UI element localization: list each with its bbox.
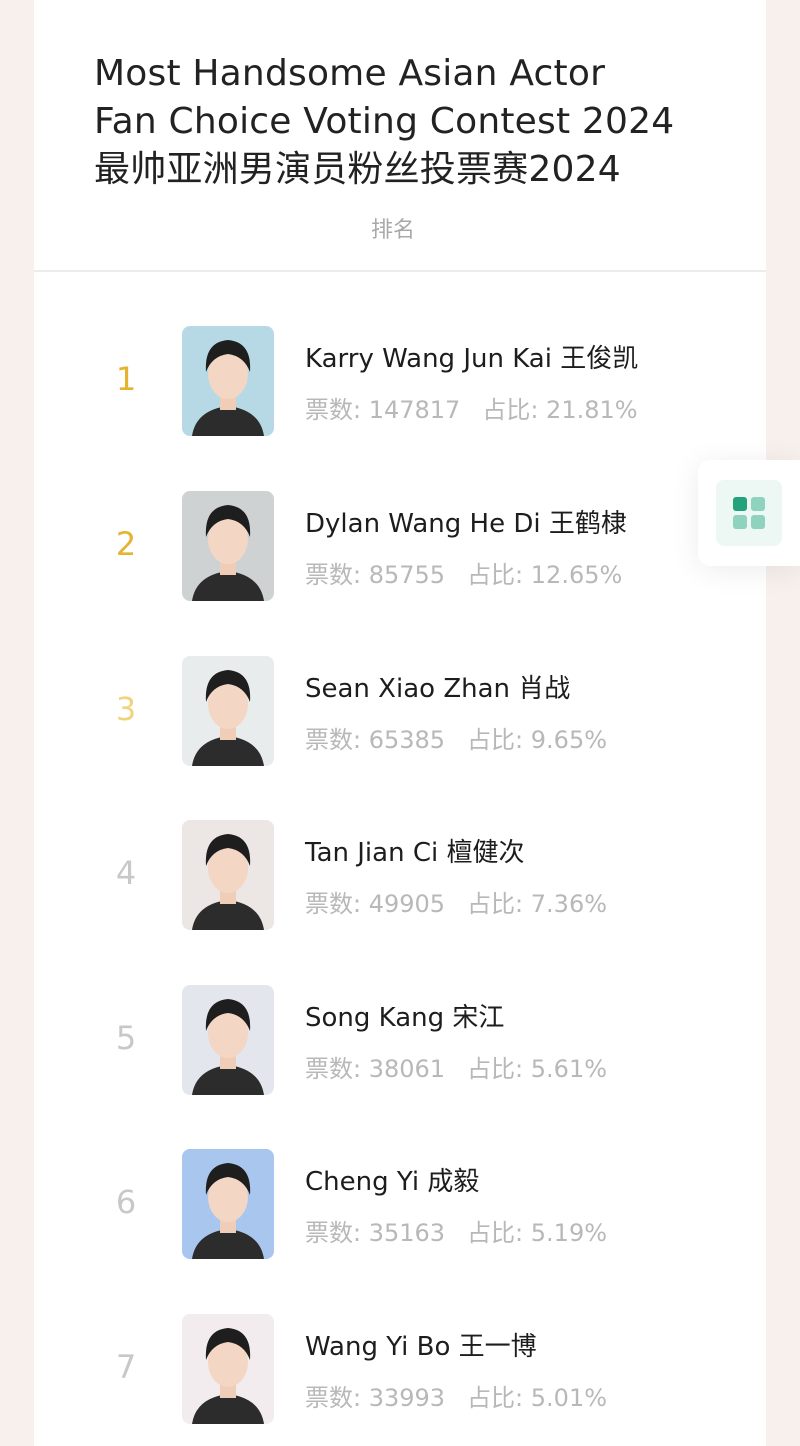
- vote-count: 票数: 85755: [305, 561, 446, 589]
- actor-avatar[interactable]: [182, 820, 274, 930]
- rank-number: 4: [115, 854, 137, 892]
- ranking-row[interactable]: 3 Sean Xiao Zhan 肖战 票数: 65385 占比: 9.65%: [34, 656, 766, 776]
- ranking-row[interactable]: 5 Song Kang 宋江 票数: 38061 占比: 5.61%: [34, 985, 766, 1105]
- rank-number: 2: [115, 525, 137, 563]
- page-title: Most Handsome Asian Actor Fan Choice Vot…: [94, 50, 734, 194]
- vote-count: 票数: 49905: [305, 890, 446, 918]
- rank-number: 7: [115, 1348, 137, 1386]
- vote-stats: 票数: 85755 占比: 12.65%: [305, 555, 622, 590]
- title-line-1: Most Handsome Asian Actor: [94, 53, 606, 94]
- actor-name: Tan Jian Ci 檀健次: [305, 838, 525, 868]
- vote-stats: 票数: 65385 占比: 9.65%: [305, 720, 607, 755]
- vote-count: 票数: 65385: [305, 726, 446, 754]
- vote-count: 票数: 35163: [305, 1219, 446, 1247]
- title-line-3: 最帅亚洲男演员粉丝投票赛2024: [94, 149, 621, 190]
- rank-number: 3: [115, 690, 137, 728]
- vote-share: 占比: 5.01%: [467, 1384, 608, 1412]
- vote-share: 占比: 21.81%: [482, 396, 638, 424]
- vote-count: 票数: 38061: [305, 1055, 446, 1083]
- vote-share: 占比: 5.61%: [467, 1055, 608, 1083]
- ranking-row[interactable]: 7 Wang Yi Bo 王一博 票数: 33993 占比: 5.01%: [34, 1314, 766, 1434]
- actor-avatar[interactable]: [182, 491, 274, 601]
- vote-stats: 票数: 35163 占比: 5.19%: [305, 1213, 607, 1248]
- ranking-card: Most Handsome Asian Actor Fan Choice Vot…: [34, 0, 766, 1446]
- vote-stats: 票数: 33993 占比: 5.01%: [305, 1378, 607, 1413]
- vote-count: 票数: 33993: [305, 1384, 446, 1412]
- actor-name: Song Kang 宋江: [305, 1003, 505, 1033]
- actor-avatar[interactable]: [182, 326, 274, 436]
- actor-avatar[interactable]: [182, 656, 274, 766]
- ranking-row[interactable]: 6 Cheng Yi 成毅 票数: 35163 占比: 5.19%: [34, 1149, 766, 1269]
- vote-count: 票数: 147817: [305, 396, 461, 424]
- actor-name: Dylan Wang He Di 王鹤棣: [305, 509, 627, 539]
- vote-share: 占比: 7.36%: [467, 890, 608, 918]
- vote-share: 占比: 12.65%: [467, 561, 623, 589]
- vote-stats: 票数: 49905 占比: 7.36%: [305, 884, 607, 919]
- title-line-2: Fan Choice Voting Contest 2024: [94, 101, 675, 142]
- ranking-subtitle: 排名: [370, 218, 415, 243]
- ranking-row[interactable]: 4 Tan Jian Ci 檀健次 票数: 49905 占比: 7.36%: [34, 820, 766, 940]
- vote-stats: 票数: 38061 占比: 5.61%: [305, 1049, 607, 1084]
- actor-name: Sean Xiao Zhan 肖战: [305, 674, 571, 704]
- rank-number: 5: [115, 1019, 137, 1057]
- ranking-row[interactable]: 1 Karry Wang Jun Kai 王俊凯 票数: 147817 占比: 21.…: [34, 326, 766, 446]
- actor-avatar[interactable]: [182, 1314, 274, 1424]
- rank-number: 1: [115, 360, 137, 398]
- header-divider: [34, 270, 766, 272]
- rank-number: 6: [115, 1183, 137, 1221]
- actor-avatar[interactable]: [182, 1149, 274, 1259]
- floating-menu-button[interactable]: [698, 460, 800, 566]
- actor-name: Wang Yi Bo 王一博: [305, 1332, 537, 1362]
- actor-name: Cheng Yi 成毅: [305, 1167, 480, 1197]
- grid-apps-icon[interactable]: [716, 480, 782, 546]
- actor-avatar[interactable]: [182, 985, 274, 1095]
- vote-share: 占比: 5.19%: [467, 1219, 608, 1247]
- vote-stats: 票数: 147817 占比: 21.81%: [305, 390, 638, 425]
- actor-name: Karry Wang Jun Kai 王俊凯: [305, 344, 639, 374]
- ranking-row[interactable]: 2 Dylan Wang He Di 王鹤棣 票数: 85755 占比: 12.65%: [34, 491, 766, 611]
- vote-share: 占比: 9.65%: [467, 726, 608, 754]
- header: Most Handsome Asian Actor Fan Choice Vot…: [34, 0, 766, 270]
